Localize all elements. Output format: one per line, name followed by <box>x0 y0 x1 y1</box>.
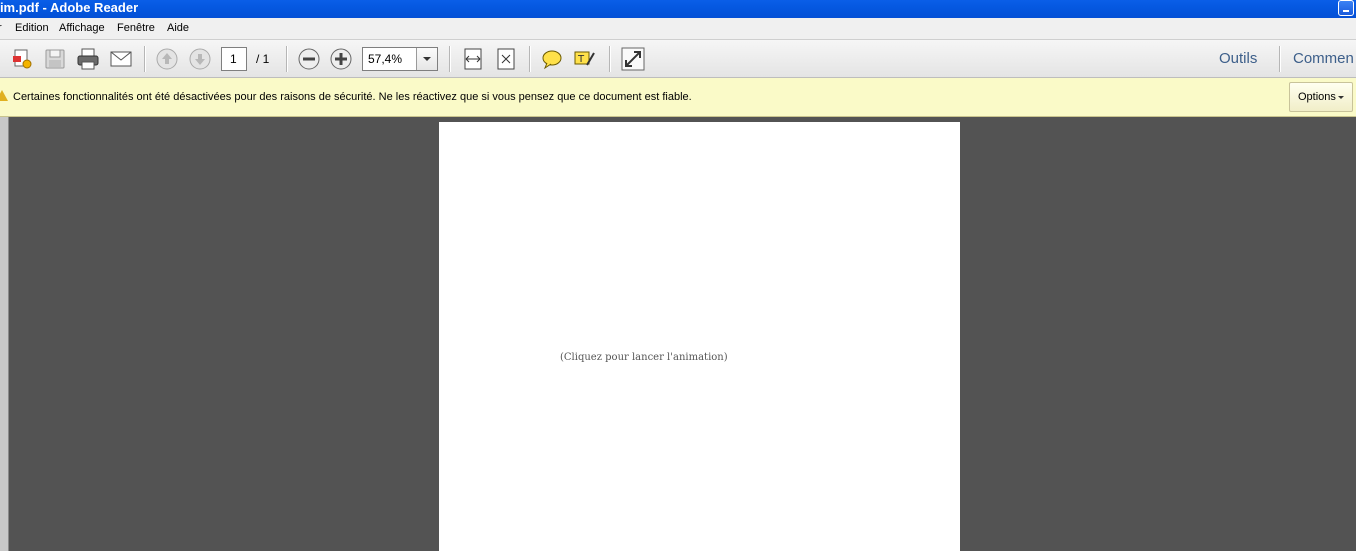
fit-page-icon[interactable] <box>494 47 518 71</box>
animation-link[interactable]: (Cliquez pour lancer l'animation) <box>560 352 728 363</box>
toolbar-separator <box>1279 46 1281 72</box>
fit-width-icon[interactable] <box>461 47 485 71</box>
page-down-icon[interactable] <box>188 47 212 71</box>
toolbar-separator <box>609 46 611 72</box>
chevron-down-icon[interactable] <box>416 48 437 70</box>
menu-fenetre[interactable]: Fenêtre <box>117 22 155 34</box>
options-label: Options <box>1298 91 1336 103</box>
print-icon[interactable] <box>76 47 100 71</box>
menu-bar: r Edition Affichage Fenêtre Aide <box>0 18 1356 40</box>
window-title: nim.pdf - Adobe Reader <box>0 0 139 15</box>
zoom-select[interactable]: 57,4% <box>362 47 438 71</box>
security-message: Certaines fonctionnalités ont été désact… <box>13 91 692 103</box>
tools-tab[interactable]: Outils <box>1219 50 1257 67</box>
pdf-page[interactable]: (Cliquez pour lancer l'animation) <box>439 122 960 551</box>
warning-icon <box>0 90 8 101</box>
toolbar: 1 / 1 57,4% T Outils Commen <box>0 40 1356 78</box>
options-button[interactable]: Options <box>1289 82 1353 112</box>
svg-text:T: T <box>577 54 585 65</box>
toolbar-separator <box>449 46 451 72</box>
security-warning-bar: Certaines fonctionnalités ont été désact… <box>0 78 1356 117</box>
zoom-out-icon[interactable] <box>297 47 321 71</box>
page-up-icon[interactable] <box>155 47 179 71</box>
comment-icon[interactable] <box>540 47 564 71</box>
menu-file[interactable]: r <box>0 22 2 34</box>
comment-tab[interactable]: Commen <box>1293 50 1354 67</box>
zoom-value: 57,4% <box>368 52 403 66</box>
menu-affichage[interactable]: Affichage <box>59 22 105 34</box>
zoom-in-icon[interactable] <box>329 47 353 71</box>
minimize-button[interactable] <box>1338 0 1354 16</box>
toolbar-separator <box>144 46 146 72</box>
email-icon[interactable] <box>109 47 133 71</box>
menu-aide[interactable]: Aide <box>167 22 189 34</box>
title-bar: nim.pdf - Adobe Reader <box>0 0 1356 18</box>
menu-edition[interactable]: Edition <box>15 22 49 34</box>
fullscreen-icon[interactable] <box>621 47 645 71</box>
navigation-pane-handle[interactable] <box>0 117 9 551</box>
highlight-icon[interactable]: T <box>573 47 597 71</box>
toolbar-separator <box>286 46 288 72</box>
create-pdf-icon[interactable] <box>10 47 34 71</box>
save-icon[interactable] <box>43 47 67 71</box>
toolbar-separator <box>529 46 531 72</box>
page-total: / 1 <box>256 52 270 66</box>
page-number-input[interactable]: 1 <box>221 47 247 71</box>
